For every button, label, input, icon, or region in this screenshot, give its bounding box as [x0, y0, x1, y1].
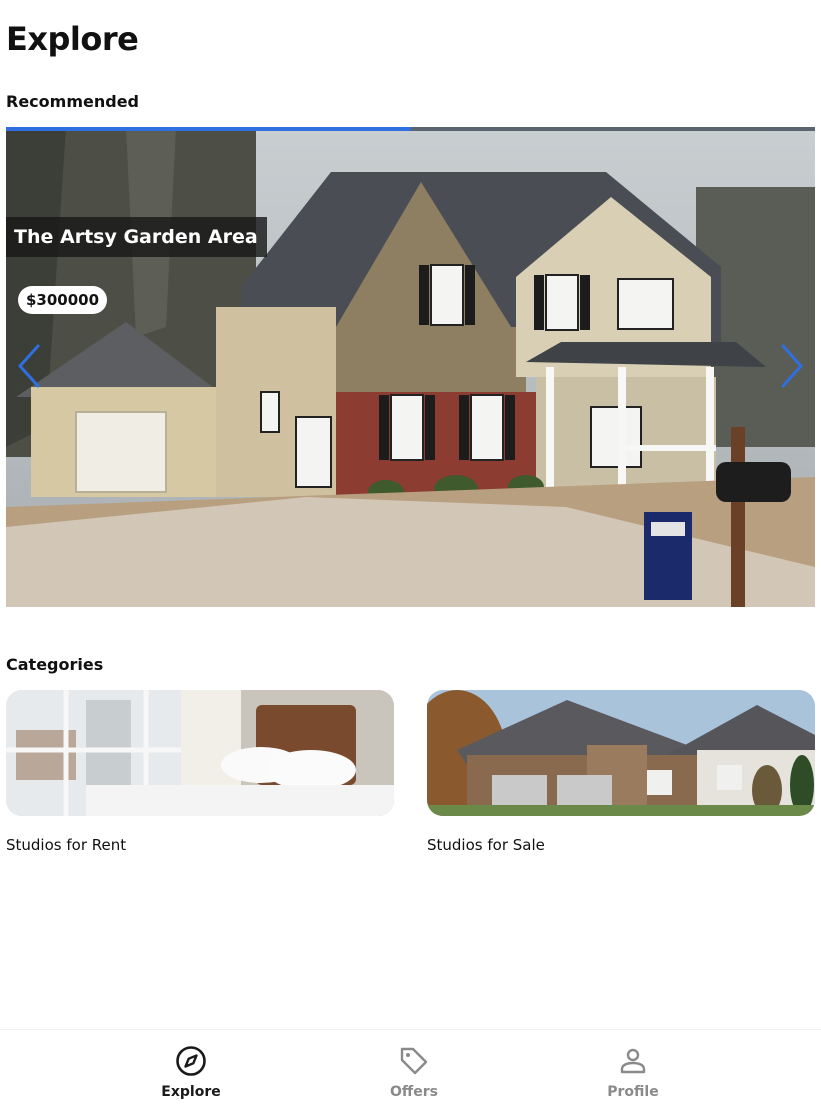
carousel-prev-button[interactable]	[14, 341, 44, 391]
category-label: Studios for Rent	[6, 836, 127, 854]
recommended-carousel[interactable]: The Artsy Garden Area $300000	[6, 127, 815, 607]
slide-price-badge: $300000	[18, 286, 108, 314]
slide-title[interactable]: The Artsy Garden Area	[6, 217, 267, 257]
bottom-navigation: Explore Offers Profile	[0, 1029, 821, 1109]
nav-label: Profile	[607, 1084, 659, 1100]
nav-explore[interactable]: Explore	[136, 1044, 246, 1100]
category-card-studios-for-rent[interactable]: Studios for Rent	[6, 690, 394, 854]
compass-icon	[175, 1044, 207, 1078]
chevron-left-icon	[18, 344, 40, 388]
bedroom-photo	[6, 690, 394, 816]
nav-label: Offers	[390, 1084, 438, 1100]
nav-profile[interactable]: Profile	[578, 1044, 688, 1100]
house-photo	[6, 127, 815, 607]
categories-heading: Categories	[6, 655, 104, 674]
tag-icon	[398, 1044, 430, 1078]
brick-house-photo	[427, 690, 815, 816]
nav-label: Explore	[161, 1084, 221, 1100]
carousel-progress	[6, 127, 815, 131]
nav-offers[interactable]: Offers	[359, 1044, 469, 1100]
carousel-next-button[interactable]	[777, 341, 807, 391]
category-card-studios-for-sale[interactable]: Studios for Sale	[427, 690, 815, 854]
chevron-right-icon	[781, 344, 803, 388]
carousel-progress-fill	[6, 127, 411, 131]
page-title: Explore	[6, 20, 139, 58]
category-label: Studios for Sale	[427, 836, 545, 854]
recommended-heading: Recommended	[6, 92, 139, 111]
person-icon	[617, 1044, 649, 1078]
